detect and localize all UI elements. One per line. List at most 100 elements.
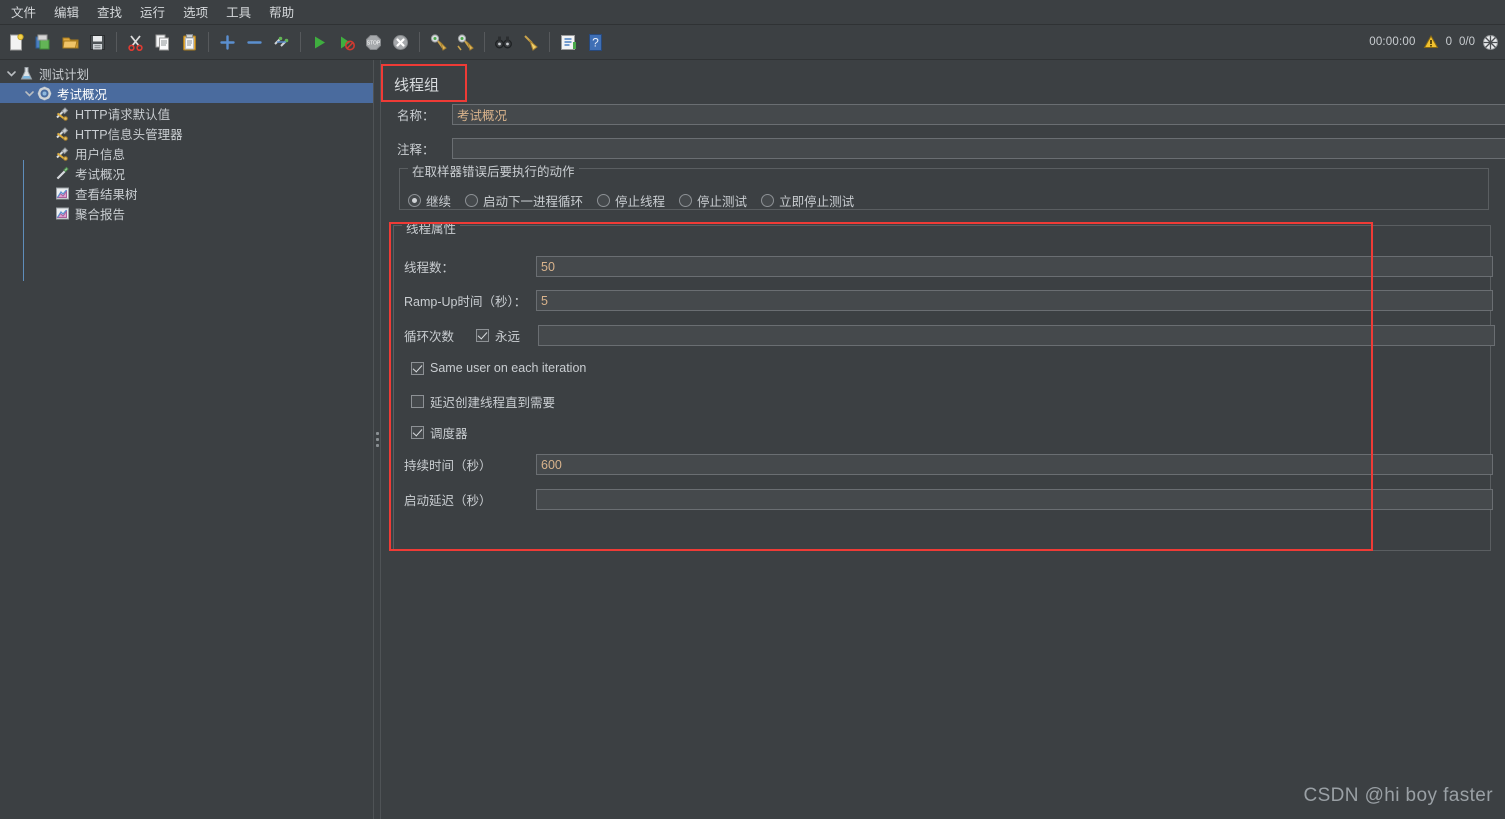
stop-icon[interactable]: STOP <box>361 29 386 55</box>
delay-thread-creation-checkbox[interactable] <box>411 395 424 408</box>
sampler-error-action-radios[interactable]: 继续 启动下一进程循环 停止线程 停止测试 立即停止测试 <box>408 191 868 210</box>
thread-count-input[interactable] <box>536 256 1493 277</box>
floppy-save-icon-glyph <box>88 33 107 52</box>
menu-file[interactable]: 文件 <box>2 0 45 25</box>
copy-icon[interactable] <box>150 29 175 55</box>
tree-node[interactable]: 聚合报告 <box>0 203 373 223</box>
error-action-option-label: 立即停止测试 <box>779 195 855 209</box>
same-user-row[interactable]: Same user on each iteration <box>411 361 586 375</box>
tree-node-label: 考试概况 <box>57 87 108 102</box>
test-plan-tree-pane[interactable]: 测试计划 考试概况 HTTP请求默认值 HTTP信息头管理器 用户信息 考试概况 查看结果树… <box>0 60 373 819</box>
toggle-icon[interactable] <box>269 29 294 55</box>
clear-all-icon[interactable] <box>453 29 478 55</box>
toolbar-separator <box>300 32 301 52</box>
startup-delay-label: 启动延迟（秒） <box>404 494 492 508</box>
menu-tools[interactable]: 工具 <box>217 0 260 25</box>
reset-search-broom-icon-glyph <box>521 33 540 52</box>
pane-splitter[interactable] <box>373 60 381 819</box>
menu-run[interactable]: 运行 <box>131 0 174 25</box>
scheduler-row[interactable]: 调度器 <box>411 423 468 442</box>
toggle-icon-glyph <box>272 33 291 52</box>
new-icon-glyph <box>7 33 26 52</box>
same-user-label: Same user on each iteration <box>430 361 587 375</box>
tree-node[interactable]: 考试概况 <box>0 163 373 183</box>
radio-button[interactable] <box>465 194 479 207</box>
thread-group-detail-pane: 线程组 名称： 注释： 在取样器错误后要执行的动作 继续 启动下一进程循环 停止线程… <box>381 60 1505 819</box>
error-action-option[interactable]: 启动下一进程循环 <box>465 191 583 210</box>
start-no-pauses-icon[interactable] <box>334 29 359 55</box>
tree-node[interactable]: 查看结果树 <box>0 183 373 203</box>
thread-counts: 0/0 <box>1459 36 1475 48</box>
tree-node[interactable]: HTTP请求默认值 <box>0 103 373 123</box>
radio-button[interactable] <box>597 194 611 207</box>
thread-properties-title: 线程属性 <box>402 218 461 237</box>
chevron-down-icon[interactable] <box>4 66 18 80</box>
delay-thread-creation-row[interactable]: 延迟创建线程直到需要 <box>411 392 555 411</box>
open-icon[interactable] <box>58 29 83 55</box>
start-icon[interactable] <box>307 29 332 55</box>
startup-delay-input[interactable] <box>536 489 1493 510</box>
radio-button[interactable] <box>679 194 693 207</box>
new-icon[interactable] <box>4 29 29 55</box>
tree-node-label: 用户信息 <box>75 147 126 162</box>
same-user-checkbox[interactable] <box>411 361 424 375</box>
comment-input[interactable] <box>452 138 1505 159</box>
thread-count-row: 线程数： <box>404 256 1493 277</box>
tree-node[interactable]: 考试概况 <box>0 83 373 103</box>
sampler-error-action-title: 在取样器错误后要执行的动作 <box>408 161 579 180</box>
reset-search-icon[interactable] <box>518 29 543 55</box>
tree-node[interactable]: 测试计划 <box>0 63 373 83</box>
elapsed-timer: 00:00:00 <box>1369 36 1416 48</box>
name-input[interactable] <box>452 104 1505 125</box>
twisty-placeholder <box>40 186 54 200</box>
templates-icon[interactable] <box>31 29 56 55</box>
warning-icon[interactable] <box>1423 34 1439 50</box>
name-label: 名称： <box>397 109 435 123</box>
help-icon[interactable]: ? <box>583 29 608 55</box>
toolbar-separator <box>549 32 550 52</box>
save-icon[interactable] <box>85 29 110 55</box>
shutdown-icon[interactable] <box>388 29 413 55</box>
tree-node-label: 聚合报告 <box>75 207 126 222</box>
twisty-placeholder <box>40 206 54 220</box>
error-action-option-label: 继续 <box>426 195 452 209</box>
error-action-option[interactable]: 立即停止测试 <box>761 191 854 210</box>
startup-delay-row: 启动延迟（秒） <box>404 489 1493 510</box>
paste-icon[interactable] <box>177 29 202 55</box>
search-icon[interactable] <box>491 29 516 55</box>
duration-label: 持续时间（秒） <box>404 459 492 473</box>
collapse-icon[interactable] <box>242 29 267 55</box>
forever-checkbox[interactable] <box>476 329 489 342</box>
radio-button[interactable] <box>761 194 775 207</box>
config-element-icon <box>54 145 71 162</box>
clear-all-broom-icon-glyph <box>456 33 475 52</box>
menu-edit[interactable]: 编辑 <box>45 0 88 25</box>
clear-broom-icon-glyph <box>429 33 448 52</box>
menu-help[interactable]: 帮助 <box>260 0 303 25</box>
duration-input[interactable] <box>536 454 1493 475</box>
tree-node[interactable]: HTTP信息头管理器 <box>0 123 373 143</box>
clipboard-paste-icon-glyph <box>180 33 199 52</box>
function-helper-icon[interactable] <box>556 29 581 55</box>
clear-icon[interactable] <box>426 29 451 55</box>
test-plan-tree[interactable]: 测试计划 考试概况 HTTP请求默认值 HTTP信息头管理器 用户信息 考试概况 查看结果树… <box>0 60 373 223</box>
scissors-icon-glyph <box>126 33 145 52</box>
menu-options[interactable]: 选项 <box>174 0 217 25</box>
error-action-option[interactable]: 停止测试 <box>679 191 747 210</box>
loop-count-input[interactable] <box>538 325 1496 346</box>
menu-search[interactable]: 查找 <box>88 0 131 25</box>
menu-bar: 文件 编辑 查找 运行 选项 工具 帮助 <box>0 0 1505 25</box>
error-action-option[interactable]: 继续 <box>408 191 451 210</box>
radio-button[interactable] <box>408 194 421 207</box>
copy-icon-glyph <box>153 33 172 52</box>
chevron-down-icon[interactable] <box>22 86 36 100</box>
error-action-option[interactable]: 停止线程 <box>597 191 665 210</box>
tree-node-label: HTTP请求默认值 <box>75 107 171 122</box>
function-helper-icon-glyph <box>559 33 578 52</box>
scheduler-checkbox[interactable] <box>411 426 424 439</box>
expand-icon[interactable] <box>215 29 240 55</box>
templates-icon-glyph <box>34 33 53 52</box>
ramp-up-input[interactable] <box>536 290 1493 311</box>
tree-node[interactable]: 用户信息 <box>0 143 373 163</box>
cut-icon[interactable] <box>123 29 148 55</box>
